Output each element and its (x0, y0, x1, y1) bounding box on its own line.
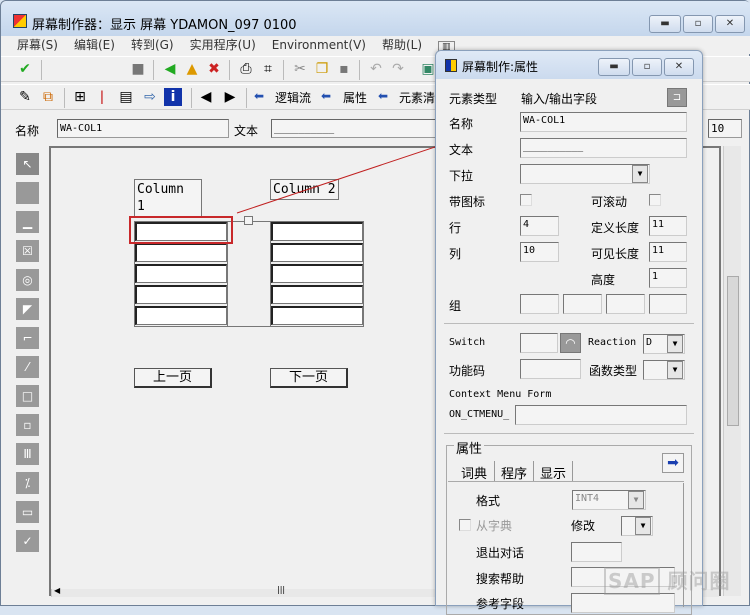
column-label: 列 (449, 247, 462, 261)
fcode-label: 功能码 (449, 364, 486, 378)
context-menu-field[interactable] (515, 405, 687, 425)
ftype-select[interactable]: ▼ (643, 360, 685, 380)
def-length-label: 定义长度 (591, 221, 640, 235)
text-field[interactable]: __________ (520, 138, 687, 158)
tab-display[interactable]: 显示 (540, 463, 566, 482)
name-field[interactable]: WA-COL1 (520, 112, 687, 132)
ftype-label: 函数类型 (589, 364, 638, 378)
ctmenu-prefix: ON_CTMENU_ (449, 409, 510, 420)
text-label: 文本 (449, 143, 474, 157)
reaction-select[interactable]: D ▼ (643, 334, 685, 354)
watermark-logo: SAP 顾问圈 (604, 565, 731, 595)
chevron-down-icon[interactable]: ▼ (635, 517, 651, 535)
dialog-maximize-button[interactable]: ▫ (632, 58, 662, 76)
dialog-icon (445, 59, 457, 72)
switch-label: Switch (449, 337, 486, 348)
dialog-title: 屏幕制作:属性 (462, 60, 539, 74)
tab-program[interactable]: 程序 (501, 463, 527, 482)
vis-length-field[interactable]: 11 (649, 242, 687, 262)
exit-dialog-label: 退出对话 (476, 546, 525, 560)
ref-field-label: 参考字段 (476, 597, 525, 611)
exit-dialog-field[interactable] (571, 542, 622, 562)
switch-field[interactable] (520, 333, 558, 353)
dialog-close-button[interactable]: ✕ (664, 58, 694, 76)
def-length-field[interactable]: 11 (649, 216, 687, 236)
height-field[interactable]: 1 (649, 268, 687, 288)
format-select[interactable]: INT4 ▼ (572, 490, 646, 510)
arrow-right-icon[interactable]: ➡ (662, 453, 684, 473)
dialog-minimize-button[interactable]: ▬ (598, 58, 630, 76)
fcode-field[interactable] (520, 359, 581, 379)
line-field[interactable]: 4 (520, 216, 559, 236)
height-label: 高度 (591, 273, 616, 287)
with-icon-label: 带图标 (449, 195, 486, 209)
from-dict-label: 从字典 (476, 519, 513, 533)
group1-field[interactable] (520, 294, 559, 314)
vis-length-label: 可见长度 (591, 247, 640, 261)
format-value: INT4 (575, 493, 600, 504)
element-type-value: 输入/输出字段 (521, 92, 598, 106)
context-menu-label: Context Menu Form (449, 389, 552, 400)
dialog-title-bar: 屏幕制作:属性 ▬ ▫ ✕ (436, 51, 702, 79)
chevron-down-icon[interactable]: ▼ (667, 361, 683, 379)
modify-label: 修改 (571, 519, 596, 533)
reaction-label: Reaction (588, 337, 637, 348)
chevron-down-icon[interactable]: ▼ (667, 335, 683, 353)
toggle-type-button[interactable]: ⊐ (667, 88, 687, 107)
with-icon-checkbox[interactable] (520, 194, 532, 206)
reaction-value: D (646, 337, 653, 348)
from-dict-checkbox[interactable] (459, 519, 471, 531)
line-label: 行 (449, 221, 462, 235)
switch-button[interactable]: ◠ (560, 333, 581, 353)
search-help-label: 搜索帮助 (476, 572, 525, 586)
column-field[interactable]: 10 (520, 242, 559, 262)
group-label: 组 (449, 299, 462, 313)
scrollable-checkbox[interactable] (649, 194, 661, 206)
chevron-down-icon[interactable]: ▼ (628, 491, 644, 509)
ref-field[interactable] (571, 593, 675, 613)
scrollable-label: 可滚动 (591, 195, 628, 209)
group4-field[interactable] (649, 294, 687, 314)
group2-field[interactable] (563, 294, 602, 314)
group3-field[interactable] (606, 294, 645, 314)
name-label: 名称 (449, 117, 474, 131)
element-type-label: 元素类型 (449, 92, 498, 106)
dropdown-select[interactable]: ▼ (520, 164, 650, 184)
tab-dictionary[interactable]: 词典 (461, 463, 487, 482)
attributes-group-label: 属性 (454, 438, 485, 457)
modify-select[interactable]: ▼ (621, 516, 653, 536)
attributes-dialog: 屏幕制作:属性 ▬ ▫ ✕ 元素类型 输入/输出字段 ⊐ 名称 WA-COL1 … (435, 50, 703, 615)
format-label: 格式 (476, 494, 501, 508)
dropdown-label: 下拉 (449, 169, 474, 183)
chevron-down-icon[interactable]: ▼ (632, 165, 648, 183)
